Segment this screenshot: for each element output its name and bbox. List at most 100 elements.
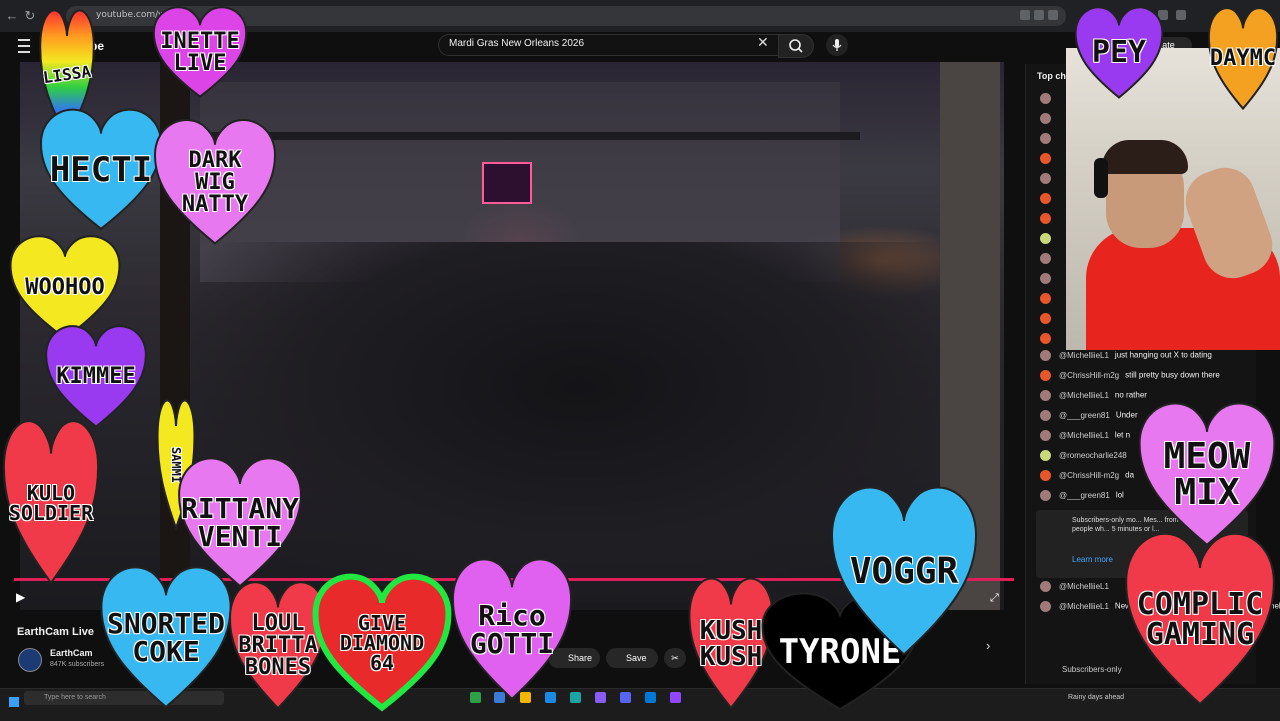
back-icon[interactable]: ← <box>4 8 20 24</box>
sticker-label: DAYMC <box>1209 46 1277 71</box>
heart-sticker: VOGGR <box>826 474 982 670</box>
heart-sticker: KULO SOLDIER <box>0 408 102 598</box>
balcony-railing <box>200 132 860 140</box>
chat-avatar[interactable] <box>1040 133 1051 144</box>
chat-message[interactable]: @___green81 Under <box>1040 410 1138 424</box>
chat-avatar[interactable] <box>1040 253 1051 264</box>
chat-message[interactable]: @MichelliieL1 just hanging out X to datin… <box>1040 350 1212 364</box>
extension-icon[interactable] <box>1176 10 1186 20</box>
weather-widget[interactable]: Rainy days ahead <box>1068 694 1124 701</box>
heart-sticker: Rico GOTTI <box>448 548 576 712</box>
channel-avatar[interactable] <box>18 648 42 672</box>
sticker-label: VOGGR <box>849 551 959 592</box>
chat-avatar[interactable] <box>1040 581 1051 592</box>
sticker-label: HECTI <box>49 150 153 190</box>
chat-username[interactable]: @ChrissHill-m2g <box>1059 371 1119 380</box>
sticker-label: SNORTED COKE <box>106 607 225 668</box>
heart-sticker: HECTI <box>36 100 166 240</box>
discord-icon[interactable] <box>620 692 631 703</box>
windows-start-icon[interactable] <box>9 697 19 707</box>
chat-mode-select[interactable]: Top ch <box>1037 71 1066 81</box>
chat-message[interactable]: @ChrissHill-m2g da <box>1040 470 1134 484</box>
chat-username[interactable]: @MichelliieL1 <box>1059 582 1109 591</box>
heart-sticker: COMPLIC GAMING <box>1120 520 1280 720</box>
heart-sticker: DAYMC <box>1206 0 1280 118</box>
sticker-label: KULO SOLDIER <box>8 481 94 525</box>
menu-icon[interactable] <box>18 39 30 53</box>
chat-avatar[interactable] <box>1040 390 1051 401</box>
clear-search-icon[interactable]: ✕ <box>757 34 769 51</box>
video-title: EarthCam Live <box>17 626 95 638</box>
chat-text: let n <box>1114 430 1131 440</box>
learn-more-link[interactable]: Learn more <box>1072 555 1113 564</box>
channel-name[interactable]: EarthCam <box>50 648 93 658</box>
save-button[interactable]: Save <box>606 648 658 668</box>
chat-text: da <box>1125 470 1135 480</box>
chat-avatar[interactable] <box>1040 173 1051 184</box>
heart-sticker: GIVE DIAMOND 64 <box>310 566 454 720</box>
chat-avatar[interactable] <box>1040 333 1051 344</box>
search-button[interactable] <box>778 34 814 58</box>
sticker-label: GIVE DIAMOND 64 <box>339 611 425 675</box>
fullscreen-icon[interactable]: ⤢ <box>990 592 999 605</box>
chat-message[interactable]: @MichelliieL1 let n <box>1040 430 1130 444</box>
chat-message[interactable]: @romeocharlie248 <box>1040 450 1133 464</box>
heart-sticker: PEY <box>1072 0 1166 106</box>
heart-sticker: INETTE LIVE <box>150 0 250 105</box>
chat-text: just hanging out X to dating <box>1114 350 1212 360</box>
chat-input-status: Subscribers-only <box>1062 665 1122 674</box>
sticker-label: Rico GOTTI <box>469 599 555 660</box>
chat-username[interactable]: @MichelliieL1 <box>1059 391 1109 400</box>
chat-avatar[interactable] <box>1040 273 1051 284</box>
voice-search-button[interactable] <box>826 34 848 56</box>
chat-text: still pretty busy down there <box>1125 370 1220 380</box>
chat-avatar[interactable] <box>1040 350 1051 361</box>
sticker-label: COMPLIC GAMING <box>1136 587 1264 652</box>
chat-avatar[interactable] <box>1040 450 1051 461</box>
headset <box>1094 158 1108 198</box>
app-icon[interactable] <box>595 692 606 703</box>
chat-message[interactable]: @MichelliieL1 <box>1040 581 1115 595</box>
chat-message[interactable]: @MichelliieL1 no rather <box>1040 390 1147 404</box>
chat-avatar[interactable] <box>1040 153 1051 164</box>
chat-message[interactable]: @___green81 lol <box>1040 490 1124 504</box>
chat-avatar[interactable] <box>1040 293 1051 304</box>
chevron-right-icon[interactable]: › <box>986 638 990 653</box>
chat-avatar[interactable] <box>1040 490 1051 501</box>
chat-avatar[interactable] <box>1040 601 1051 612</box>
chat-avatar[interactable] <box>1040 93 1051 104</box>
extension-icon[interactable] <box>1048 10 1058 20</box>
chat-avatar[interactable] <box>1040 370 1051 381</box>
chat-username[interactable]: @MichelliieL1 <box>1059 351 1109 360</box>
chat-username[interactable]: @ChrissHill-m2g <box>1059 471 1119 480</box>
twitch-icon[interactable] <box>670 692 681 703</box>
chat-username[interactable]: @___green81 <box>1059 491 1110 500</box>
app-icon[interactable] <box>645 692 656 703</box>
scissors-icon: ✂ <box>671 653 679 663</box>
search-icon <box>789 39 803 53</box>
chat-avatar[interactable] <box>1040 193 1051 204</box>
extension-icon[interactable] <box>1034 10 1044 20</box>
chat-username[interactable]: @___green81 <box>1059 411 1110 420</box>
chat-avatar[interactable] <box>1040 430 1051 441</box>
chat-avatar[interactable] <box>1040 470 1051 481</box>
microphone-icon <box>832 39 842 51</box>
search-input-value: Mardi Gras New Orleans 2026 <box>449 38 585 49</box>
chat-avatar[interactable] <box>1040 313 1051 324</box>
chat-username[interactable]: @MichelliieL1 <box>1059 602 1109 611</box>
sticker-label: DARK WIG NATTY <box>181 147 249 217</box>
clip-button[interactable]: ✂ <box>664 648 686 668</box>
extension-icon[interactable] <box>1020 10 1030 20</box>
streamer-hair <box>1102 140 1188 174</box>
chat-avatar[interactable] <box>1040 113 1051 124</box>
chat-text: lol <box>1115 490 1124 500</box>
chat-username[interactable]: @romeocharlie248 <box>1059 451 1127 460</box>
chat-username[interactable]: @MichelliieL1 <box>1059 431 1109 440</box>
chat-avatar[interactable] <box>1040 213 1051 224</box>
chat-avatar[interactable] <box>1040 410 1051 421</box>
save-label: Save <box>626 653 647 663</box>
chat-message[interactable]: @ChrissHill-m2g still pretty busy down th… <box>1040 370 1220 384</box>
sticker-label: INETTE LIVE <box>160 28 240 76</box>
chat-avatar[interactable] <box>1040 233 1051 244</box>
heart-sticker: DARK WIG NATTY <box>150 110 280 255</box>
